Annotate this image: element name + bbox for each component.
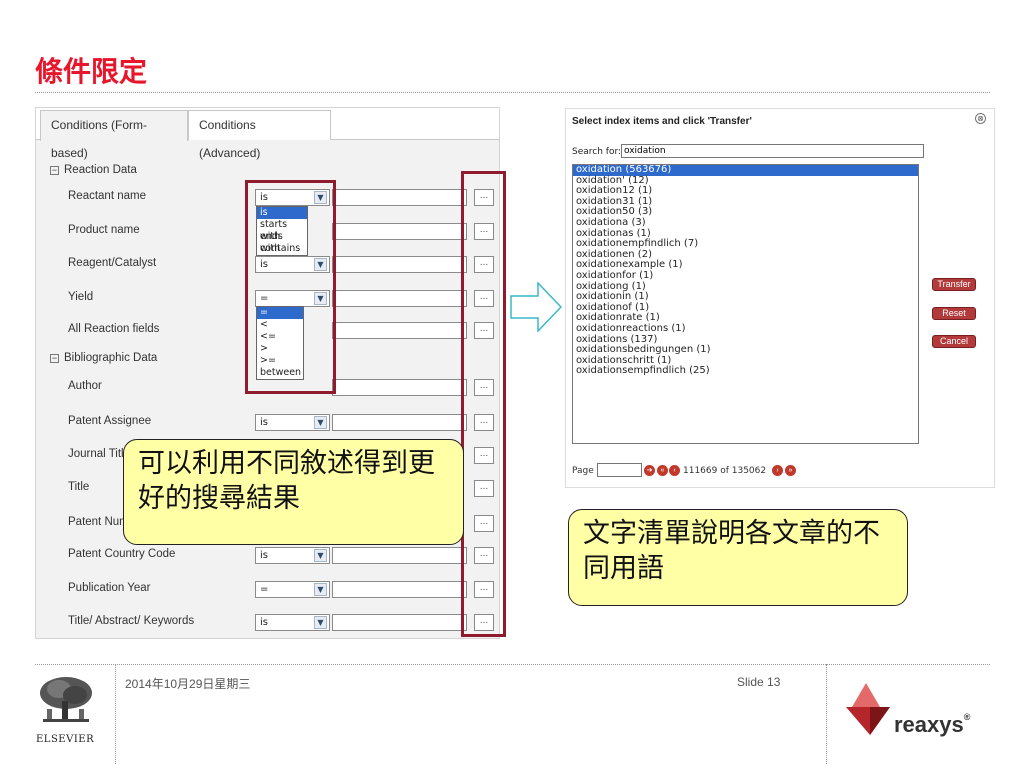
footer-separator-left — [115, 664, 116, 764]
first-page-icon[interactable]: « — [657, 465, 668, 476]
operator-select-year[interactable]: = ▼ — [255, 581, 330, 598]
list-item[interactable]: oxidation (563676) — [573, 165, 918, 176]
list-item[interactable]: oxidationreactions (1) — [573, 323, 918, 335]
operator-select-assignee[interactable]: is ▼ — [255, 414, 330, 431]
tab-conditions-form-based[interactable]: Conditions (Form-based) — [40, 110, 188, 160]
reaxys-logo-mark — [846, 683, 890, 735]
publication-year-input[interactable] — [332, 581, 467, 598]
chevron-down-icon[interactable]: ▼ — [314, 616, 327, 629]
author-input[interactable] — [332, 379, 467, 396]
patent-country-code-input[interactable] — [332, 547, 467, 564]
field-label-author: Author — [68, 380, 102, 392]
slide-number: Slide 13 — [737, 675, 781, 689]
page-input[interactable] — [597, 463, 642, 477]
field-label-reagent-catalyst: Reagent/Catalyst — [68, 257, 157, 269]
all-reaction-fields-input[interactable] — [332, 322, 467, 339]
footer-date: 2014年10月29日星期三 — [125, 677, 251, 691]
yield-input[interactable] — [332, 290, 467, 307]
cancel-button[interactable]: Cancel — [932, 335, 976, 348]
close-icon[interactable]: ⊗ — [975, 113, 986, 124]
collapse-icon[interactable]: − — [50, 354, 59, 363]
elsevier-tree-logo — [37, 675, 95, 727]
right-arrow-icon — [510, 282, 562, 332]
search-label: Search for: — [572, 147, 622, 157]
field-label-reactant-name: Reactant name — [68, 190, 146, 202]
title-abstract-keywords-input[interactable] — [332, 614, 467, 631]
field-label-title: Title — [68, 481, 90, 493]
go-arrow-icon[interactable]: ➔ — [644, 465, 655, 476]
reset-button[interactable]: Reset — [932, 307, 976, 320]
page-label: Page — [572, 466, 594, 476]
chevron-down-icon[interactable]: ▼ — [314, 583, 327, 596]
reagent-catalyst-input[interactable] — [332, 256, 467, 273]
select-index-dialog: Select index items and click 'Transfer' … — [565, 108, 995, 488]
operator-select-country[interactable]: is ▼ — [255, 547, 330, 564]
list-item[interactable]: oxidationfor (1) — [573, 270, 918, 282]
tab-conditions-advanced[interactable]: Conditions (Advanced) — [188, 110, 331, 160]
list-item[interactable]: oxidationa (3) — [573, 217, 918, 229]
section-reaction-data[interactable]: − Reaction Data — [50, 164, 137, 176]
field-label-title-abstract-keywords: Title/ Abstract/ Keywords — [68, 615, 195, 627]
reactant-name-input[interactable] — [332, 189, 467, 206]
footer-separator-right — [826, 664, 827, 764]
top-divider — [35, 92, 990, 93]
field-label-all-reaction-fields: All Reaction fields — [68, 323, 160, 335]
callout-left: 可以利用不同敘述得到更好的搜尋結果 — [123, 439, 464, 545]
collapse-icon[interactable]: − — [50, 166, 59, 175]
browse-highlight-box — [461, 171, 506, 637]
operator-highlight-box — [245, 180, 336, 394]
dialog-title: Select index items and click 'Transfer' — [572, 116, 752, 127]
search-input[interactable] — [621, 144, 924, 158]
index-items-list[interactable]: oxidation (563676) oxidation' (12) oxida… — [572, 164, 919, 444]
field-label-patent-country-code: Patent Country Code — [68, 548, 176, 560]
field-label-product-name: Product name — [68, 224, 140, 236]
list-item[interactable]: oxidationsempfindlich (25) — [573, 366, 918, 377]
prev-page-icon[interactable]: ‹ — [669, 465, 680, 476]
patent-assignee-input[interactable] — [332, 414, 467, 431]
product-name-input[interactable] — [332, 223, 467, 240]
last-page-icon[interactable]: » — [785, 465, 796, 476]
field-label-journal-title: Journal Title — [68, 448, 131, 460]
page-title: 條件限定 — [35, 55, 148, 88]
chevron-down-icon[interactable]: ▼ — [314, 416, 327, 429]
chevron-down-icon[interactable]: ▼ — [314, 549, 327, 562]
field-label-patent-assignee: Patent Assignee — [68, 415, 152, 427]
field-label-publication-year: Publication Year — [68, 582, 151, 594]
section-bibliographic-data[interactable]: − Bibliographic Data — [50, 352, 157, 364]
page-info: 111669 of 135062 — [683, 466, 767, 476]
callout-right: 文字清單說明各文章的不同用語 — [568, 509, 908, 606]
transfer-button[interactable]: Transfer — [932, 278, 976, 291]
tab-bar: Conditions (Form-based) Conditions (Adva… — [36, 108, 499, 160]
elsevier-wordmark: ELSEVIER — [36, 734, 95, 745]
field-label-yield: Yield — [68, 291, 94, 303]
operator-select-keywords[interactable]: is ▼ — [255, 614, 330, 631]
next-page-icon[interactable]: › — [772, 465, 783, 476]
bottom-divider — [35, 664, 990, 665]
reaxys-wordmark: reaxys® — [894, 712, 971, 737]
